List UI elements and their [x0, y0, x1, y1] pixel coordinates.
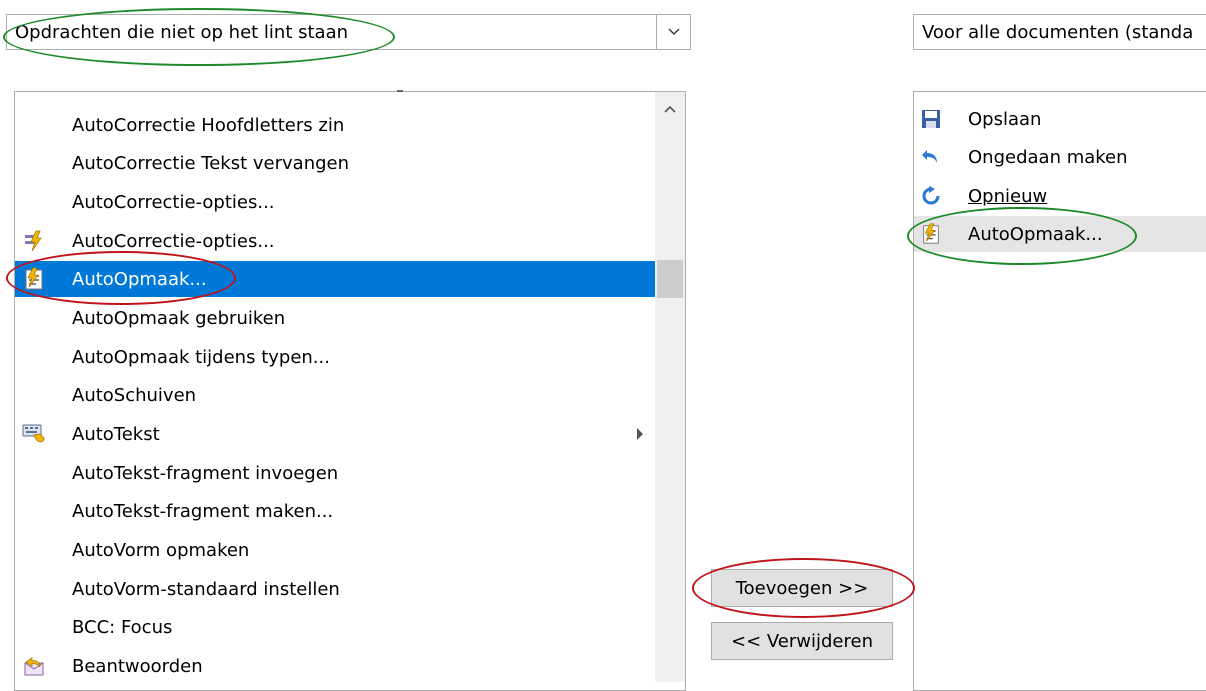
- redo-icon: [920, 185, 942, 207]
- scroll-thumb[interactable]: [657, 260, 683, 298]
- undo-icon: [920, 146, 942, 168]
- list-item[interactable]: AutoTekst-fragment maken...: [15, 493, 657, 529]
- list-item[interactable]: Opslaan: [914, 101, 1206, 137]
- list-item-selected[interactable]: AutoOpmaak...: [15, 261, 657, 297]
- remove-button[interactable]: << Verwijderen: [711, 622, 893, 660]
- autocorrect-lightning-icon: [22, 229, 46, 253]
- list-item[interactable]: AutoVorm opmaken: [15, 532, 657, 568]
- autoformat-icon: [22, 267, 46, 291]
- add-button-label: Toevoegen >>: [735, 577, 869, 599]
- list-item[interactable]: AutoCorrectie-opties...: [15, 223, 657, 259]
- save-icon: [920, 108, 942, 130]
- list-item[interactable]: BCC: Focus: [15, 609, 657, 645]
- available-commands-list[interactable]: AutoCorrectie Hoofdletters zin AutoCorre…: [14, 91, 686, 691]
- submenu-arrow-icon: [637, 428, 643, 440]
- list-item[interactable]: AutoCorrectie Tekst vervangen: [15, 145, 657, 181]
- list-item[interactable]: AutoOpmaak gebruiken: [15, 300, 657, 336]
- list-item[interactable]: AutoSchuiven: [15, 377, 657, 413]
- list-item[interactable]: Opnieuw: [914, 178, 1206, 214]
- list-item[interactable]: AutoTekst: [15, 416, 657, 452]
- command-category-value: Opdrachten die niet op het lint staan: [15, 21, 349, 43]
- list-scrollbar[interactable]: [655, 92, 685, 682]
- list-item[interactable]: AutoVorm-standaard instellen: [15, 571, 657, 607]
- list-item[interactable]: Beantwoorden: [15, 648, 657, 684]
- command-category-dropdown[interactable]: Opdrachten die niet op het lint staan: [6, 14, 691, 50]
- autotext-keyboard-icon: [22, 422, 46, 446]
- list-item[interactable]: Ongedaan maken: [914, 139, 1206, 175]
- add-button[interactable]: Toevoegen >>: [711, 569, 893, 607]
- scroll-up-icon[interactable]: [655, 92, 685, 126]
- list-item[interactable]: AutoOpmaak tijdens typen...: [15, 339, 657, 375]
- document-scope-dropdown[interactable]: Voor alle documenten (standa: [913, 14, 1206, 50]
- list-item[interactable]: AutoCorrectie-opties...: [15, 184, 657, 220]
- document-scope-value: Voor alle documenten (standa: [922, 21, 1194, 43]
- autoformat-icon: [920, 223, 942, 245]
- chevron-down-icon[interactable]: [656, 15, 690, 49]
- list-item-highlighted[interactable]: AutoOpmaak...: [914, 216, 1206, 252]
- list-item[interactable]: AutoCorrectie Hoofdletters zin: [15, 107, 657, 143]
- reply-envelope-icon: [22, 654, 46, 678]
- divider: [397, 90, 403, 92]
- quick-access-toolbar-list[interactable]: Opslaan Ongedaan maken Opnieuw AutoOpmaa…: [913, 91, 1206, 691]
- remove-button-label: << Verwijderen: [731, 630, 873, 652]
- list-item[interactable]: AutoTekst-fragment invoegen: [15, 455, 657, 491]
